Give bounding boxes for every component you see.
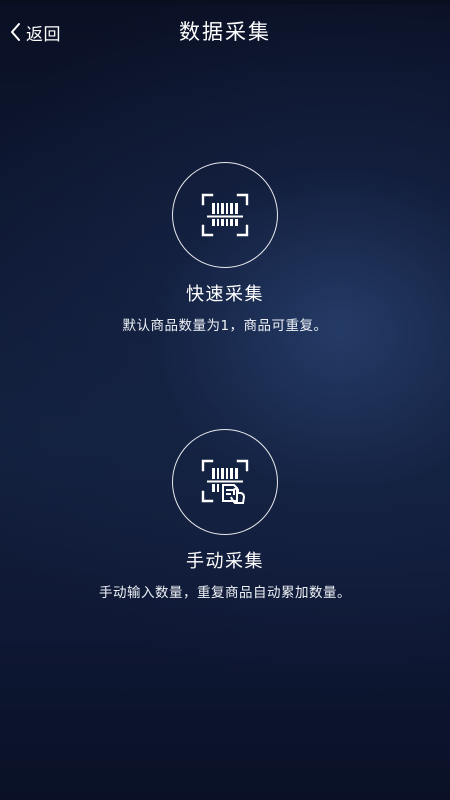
barcode-scan-icon [201,193,249,237]
page-title: 数据采集 [179,20,271,44]
navigation-bar: 返回 数据采集 [0,12,450,52]
manual-collect-button[interactable] [172,429,278,535]
barcode-manual-input-icon [201,459,249,504]
manual-collect-description: 手动输入数量，重复商品自动累加数量。 [99,585,351,601]
quick-collect-title: 快速采集 [186,284,264,305]
quick-collect-description: 默认商品数量为1，商品可重复。 [122,318,328,334]
manual-collect-option[interactable]: 手动采集 手动输入数量，重复商品自动累加数量。 [0,429,450,601]
quick-collect-option[interactable]: 快速采集 默认商品数量为1，商品可重复。 [0,162,450,334]
quick-collect-button[interactable] [172,162,278,268]
manual-collect-title: 手动采集 [186,551,264,572]
status-bar [0,0,450,4]
